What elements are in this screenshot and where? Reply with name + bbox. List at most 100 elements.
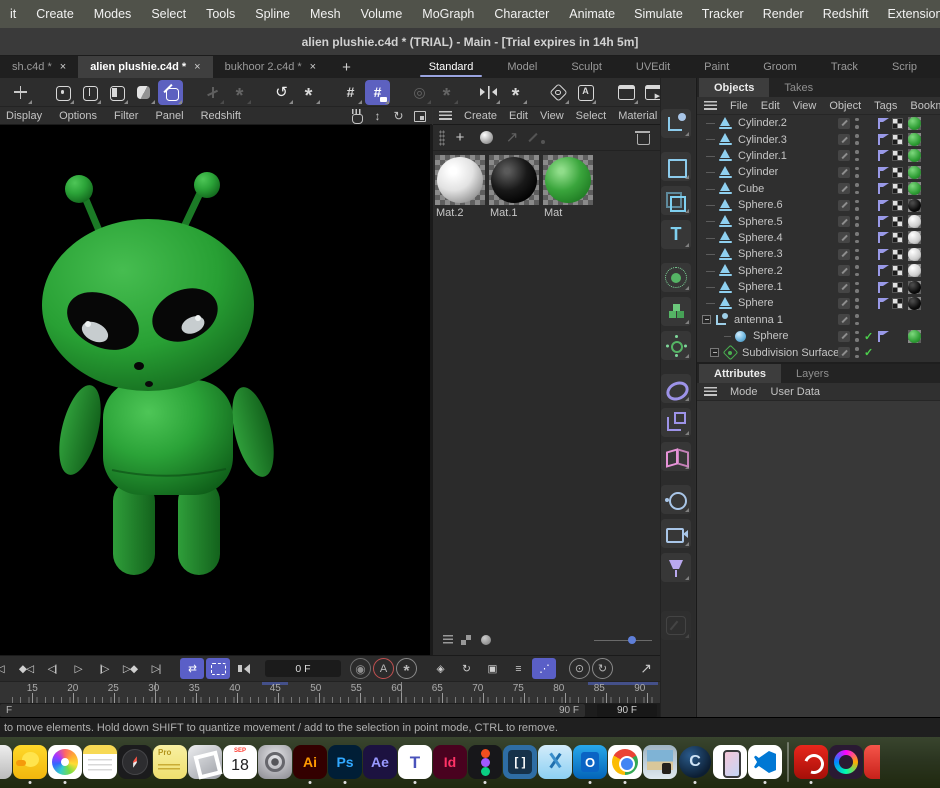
object-row-cube[interactable]: Cube ✓ [697, 181, 940, 197]
viewport-menu-display[interactable]: Display [6, 110, 42, 122]
enabled-check-icon[interactable]: ✓ [864, 346, 873, 359]
toolbar-button-mode-points[interactable] [50, 80, 75, 105]
phong-tag-icon[interactable] [878, 331, 888, 342]
record-keying-settings[interactable]: * [396, 658, 417, 679]
object-name[interactable]: Cylinder.3 [738, 134, 787, 146]
object-name[interactable]: Cylinder [738, 166, 778, 178]
toolbar-button-render-view[interactable] [614, 80, 639, 105]
layout-tab-uvedit[interactable]: UVEdit [619, 56, 687, 78]
object-name[interactable]: Sphere [753, 330, 788, 342]
material-thumbnail[interactable] [489, 155, 539, 205]
phong-tag-icon[interactable] [878, 282, 888, 293]
tool-camera[interactable] [661, 519, 691, 548]
expand-toggle[interactable] [710, 348, 719, 357]
viewport-nav-frame[interactable] [411, 108, 428, 124]
uvw-tag-icon[interactable] [892, 249, 903, 260]
phong-tag-icon[interactable] [878, 167, 888, 178]
material-tag-icon[interactable] [908, 149, 921, 162]
toolbar-button-target[interactable] [407, 80, 432, 105]
phong-tag-icon[interactable] [878, 216, 888, 227]
toolbar-button-mode-model[interactable] [158, 80, 183, 105]
key-mode-keyframe-selection[interactable]: ⊙ [569, 658, 590, 679]
enabled-check-icon[interactable]: ✓ [864, 330, 873, 343]
object-row-sphere-2[interactable]: Sphere.2 ✓ [697, 263, 940, 279]
phong-tag-icon[interactable] [878, 265, 888, 276]
transport-prev-frame[interactable]: ◁| [40, 658, 64, 679]
object-row-sphere-4[interactable]: Sphere.4 ✓ [697, 230, 940, 246]
object-row-sphere-3[interactable]: Sphere.3 ✓ [697, 246, 940, 262]
material-name[interactable]: Mat [543, 205, 594, 221]
toolbar-button-grid[interactable] [338, 80, 363, 105]
toolbar-button-gear-d[interactable] [503, 80, 528, 105]
dock-app-partial-left[interactable] [0, 745, 12, 779]
menubar-item-extensions[interactable]: Extensions [888, 7, 940, 21]
object-row-cylinder-2[interactable]: Cylinder.2 ✓ [697, 115, 940, 131]
phong-tag-icon[interactable] [878, 298, 888, 309]
tool-text[interactable] [661, 220, 691, 249]
material-tag-icon[interactable] [908, 215, 921, 228]
material-tag-icon[interactable] [908, 297, 921, 310]
uvw-tag-icon[interactable] [892, 150, 903, 161]
material-tag-icon[interactable] [908, 182, 921, 195]
menubar-item-simulate[interactable]: Simulate [634, 7, 683, 21]
visibility-dots[interactable] [855, 232, 859, 243]
object-row-sphere-1[interactable]: Sphere.1 ✓ [697, 279, 940, 295]
viewport-nav-pan-hand[interactable] [348, 108, 365, 124]
timeline-expand-icon[interactable]: ↗ [640, 660, 652, 677]
uvw-tag-icon[interactable] [892, 298, 903, 309]
material-view-toggle-sphview[interactable] [479, 634, 493, 646]
visibility-dots[interactable] [855, 183, 859, 194]
material-menu-material[interactable]: Material [618, 110, 657, 122]
dock-app-indesign[interactable]: Id [433, 745, 467, 779]
phong-tag-icon[interactable] [878, 118, 888, 129]
toolbar-button-mode-volume[interactable] [131, 80, 156, 105]
uvw-tag-icon[interactable] [892, 118, 903, 129]
menubar-item-volume[interactable]: Volume [361, 7, 403, 21]
toolbar-button-gear-c[interactable] [434, 80, 459, 105]
dock-app-calendar[interactable]: SEP 18 [223, 745, 257, 779]
dock-app-after-effects[interactable]: Ae [363, 745, 397, 779]
tool-cube[interactable] [661, 186, 691, 215]
panel-tab-takes[interactable]: Takes [769, 78, 828, 97]
drag-grip-icon[interactable] [439, 130, 445, 146]
material-tag-icon[interactable] [908, 330, 921, 343]
material-tag-icon[interactable] [908, 166, 921, 179]
tool-symmetry[interactable] [661, 442, 691, 471]
uvw-tag-icon[interactable] [892, 167, 903, 178]
dock-app-brackets[interactable]: [ ] [503, 745, 537, 779]
object-name[interactable]: Sphere.3 [738, 248, 783, 260]
object-row-sphere[interactable]: Sphere ✓ [697, 295, 940, 311]
visibility-dots[interactable] [855, 134, 859, 145]
document-tab-tab-alien-plushie[interactable]: alien plushie.c4d * × [78, 56, 212, 78]
object-row-sphere-6[interactable]: Sphere.6 ✓ [697, 197, 940, 213]
layout-tab-scrip[interactable]: Scrip [875, 56, 934, 78]
layer-edit-icon[interactable] [838, 232, 850, 243]
object-row-subdivision-surface-2[interactable]: Subdivision Surface.2 ✓ [697, 344, 940, 360]
toolbar-button-axis[interactable] [200, 80, 225, 105]
dock-app-photos[interactable] [48, 745, 82, 779]
tool-annotate[interactable] [661, 611, 691, 640]
viewport-menu-redshift[interactable]: Redshift [201, 110, 241, 122]
object-name[interactable]: Sphere.4 [738, 232, 783, 244]
layer-edit-icon[interactable] [838, 183, 850, 194]
visibility-dots[interactable] [855, 200, 859, 211]
material-menu-create[interactable]: Create [464, 110, 497, 122]
layer-edit-icon[interactable] [838, 347, 850, 358]
object-name[interactable]: Cylinder.2 [738, 117, 787, 129]
layer-edit-icon[interactable] [838, 150, 850, 161]
layer-edit-icon[interactable] [838, 282, 850, 293]
phong-tag-icon[interactable] [878, 134, 888, 145]
document-tab-tab-sh[interactable]: sh.c4d * × [0, 56, 78, 78]
visibility-dots[interactable] [855, 150, 859, 161]
panel-tab-attributes[interactable]: Attributes [699, 364, 781, 383]
object-name[interactable]: Sphere.5 [738, 216, 783, 228]
layer-edit-icon[interactable] [838, 118, 850, 129]
end-frame-field[interactable]: 90 F [597, 704, 657, 717]
object-row-antenna-1[interactable]: antenna 1 ✓ [697, 312, 940, 328]
tool-dynamics[interactable] [661, 331, 691, 360]
menubar-item-spline[interactable]: Spline [255, 7, 290, 21]
menubar-item-tracker[interactable]: Tracker [702, 7, 744, 21]
keyframe-key-scale[interactable]: ▣ [480, 658, 504, 679]
viewport-menu-filter[interactable]: Filter [114, 110, 138, 122]
tool-volume[interactable] [661, 297, 691, 326]
